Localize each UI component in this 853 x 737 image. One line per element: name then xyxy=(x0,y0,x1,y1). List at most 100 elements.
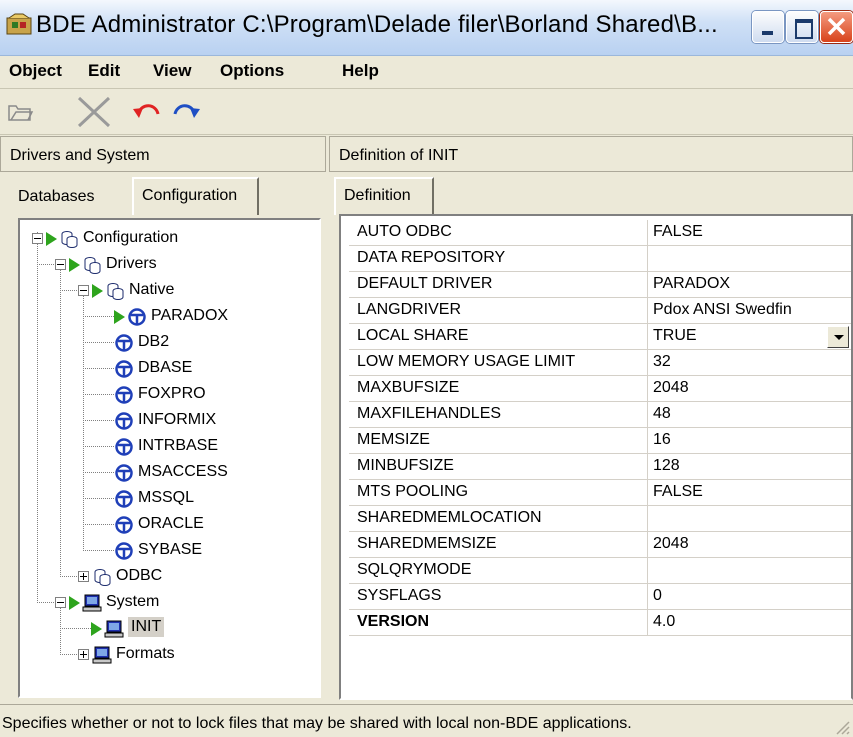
tree-item[interactable]: FOXPRO xyxy=(20,382,319,408)
property-value[interactable]: 128 xyxy=(648,454,851,480)
tree-item[interactable]: ODBC xyxy=(20,564,319,590)
tree-item[interactable]: Formats xyxy=(20,642,319,668)
tree-connector xyxy=(37,264,56,265)
redo-icon[interactable] xyxy=(169,94,203,130)
tree-item-label: PARADOX xyxy=(151,307,229,324)
collapse-icon[interactable] xyxy=(78,285,89,296)
collapse-icon[interactable] xyxy=(55,259,66,270)
tree-item[interactable]: DBASE xyxy=(20,356,319,382)
menu-help[interactable]: Help xyxy=(342,61,379,81)
property-value[interactable] xyxy=(648,558,851,584)
tree-connector xyxy=(83,368,114,369)
property-row[interactable]: LOW MEMORY USAGE LIMIT 32 xyxy=(341,350,851,376)
dropdown-arrow-button[interactable] xyxy=(827,326,849,348)
tree-connector xyxy=(83,420,114,421)
property-value[interactable]: 48 xyxy=(648,402,851,428)
delete-icon[interactable] xyxy=(74,94,114,130)
active-arrow-icon xyxy=(91,622,102,636)
database-icon xyxy=(84,257,101,274)
property-value[interactable]: 16 xyxy=(648,428,851,454)
property-value[interactable]: PARADOX xyxy=(648,272,851,298)
property-value[interactable]: TRUE xyxy=(648,324,851,350)
undo-icon[interactable] xyxy=(130,94,164,130)
expand-icon[interactable] xyxy=(78,649,89,660)
property-value[interactable]: 32 xyxy=(648,350,851,376)
tree-item[interactable]: INFORMIX xyxy=(20,408,319,434)
tree-connector xyxy=(60,654,79,655)
property-row[interactable]: MAXFILEHANDLES 48 xyxy=(341,402,851,428)
tree-item[interactable]: Native xyxy=(20,278,319,304)
tree-item[interactable]: MSSQL xyxy=(20,486,319,512)
menu-options[interactable]: Options xyxy=(220,61,284,81)
menu-object[interactable]: Object xyxy=(9,61,62,81)
open-folder-icon[interactable] xyxy=(6,94,34,130)
tree-connector xyxy=(60,290,79,291)
property-value[interactable]: 0 xyxy=(648,584,851,610)
tree-item[interactable]: System xyxy=(20,590,319,616)
tree-item-label: Configuration xyxy=(83,229,179,246)
close-button[interactable] xyxy=(820,11,853,43)
property-name: DEFAULT DRIVER xyxy=(349,272,648,298)
minimize-button[interactable] xyxy=(752,11,784,43)
property-value[interactable]: 2048 xyxy=(648,376,851,402)
title-bar[interactable]: BDE Administrator C:\Program\Delade file… xyxy=(0,0,853,56)
property-row[interactable]: VERSION 4.0 xyxy=(341,610,851,636)
tab-definition[interactable]: Definition xyxy=(334,177,434,215)
maximize-button[interactable] xyxy=(786,11,818,43)
menu-view[interactable]: View xyxy=(153,61,191,81)
active-arrow-icon xyxy=(114,310,125,324)
tree-connector xyxy=(37,602,56,603)
tree-item[interactable]: PARADOX xyxy=(20,304,319,330)
property-row[interactable]: LANGDRIVER Pdox ANSI Swedfin xyxy=(341,298,851,324)
expand-icon[interactable] xyxy=(78,571,89,582)
property-value[interactable]: FALSE xyxy=(648,480,851,506)
tree-item[interactable]: Drivers xyxy=(20,252,319,278)
tree-item-label: SYBASE xyxy=(138,541,203,558)
tree-item[interactable]: ORACLE xyxy=(20,512,319,538)
tree-item[interactable]: INIT xyxy=(20,616,319,642)
driver-icon xyxy=(115,516,133,534)
close-icon xyxy=(827,17,846,36)
tree-item-label: DB2 xyxy=(138,333,170,350)
resize-grip-icon[interactable] xyxy=(834,719,850,735)
menu-edit[interactable]: Edit xyxy=(88,61,120,81)
tree-item-label: INFORMIX xyxy=(138,411,217,428)
tree-item[interactable]: SYBASE xyxy=(20,538,319,564)
property-value[interactable]: 4.0 xyxy=(648,610,851,636)
property-row[interactable]: SHAREDMEMSIZE 2048 xyxy=(341,532,851,558)
property-value[interactable]: FALSE xyxy=(648,220,851,246)
configuration-tree[interactable]: Configuration Drivers Native PARADOX DB2 DBAS… xyxy=(18,218,321,698)
collapse-icon[interactable] xyxy=(55,597,66,608)
active-arrow-icon xyxy=(46,232,57,246)
property-row[interactable]: SQLQRYMODE xyxy=(341,558,851,584)
tree-connector xyxy=(60,576,79,577)
tree-item[interactable]: INTRBASE xyxy=(20,434,319,460)
property-row[interactable]: AUTO ODBC FALSE xyxy=(341,220,851,246)
property-row[interactable]: MINBUFSIZE 128 xyxy=(341,454,851,480)
database-icon xyxy=(107,283,124,300)
tab-configuration[interactable]: Configuration xyxy=(132,177,259,215)
property-name: MEMSIZE xyxy=(349,428,648,454)
status-text: Specifies whether or not to lock files t… xyxy=(2,715,632,732)
property-value[interactable]: Pdox ANSI Swedfin xyxy=(648,298,851,324)
tree-item[interactable]: MSACCESS xyxy=(20,460,319,486)
tab-databases[interactable]: Databases xyxy=(10,183,125,213)
property-value[interactable]: 2048 xyxy=(648,532,851,558)
property-row[interactable]: MTS POOLING FALSE xyxy=(341,480,851,506)
property-row[interactable]: MEMSIZE 16 xyxy=(341,428,851,454)
active-arrow-icon xyxy=(92,284,103,298)
tree-item[interactable]: Configuration xyxy=(20,226,319,252)
tree-item-label: ORACLE xyxy=(138,515,204,532)
property-row[interactable]: DATA REPOSITORY xyxy=(341,246,851,272)
collapse-icon[interactable] xyxy=(32,233,43,244)
minimize-icon xyxy=(762,31,773,35)
property-row[interactable]: DEFAULT DRIVER PARADOX xyxy=(341,272,851,298)
property-row[interactable]: SYSFLAGS 0 xyxy=(341,584,851,610)
property-row[interactable]: MAXBUFSIZE 2048 xyxy=(341,376,851,402)
property-row[interactable]: LOCAL SHARE TRUE xyxy=(341,324,851,350)
property-value[interactable] xyxy=(648,506,851,532)
maximize-icon xyxy=(795,19,813,39)
property-row[interactable]: SHAREDMEMLOCATION xyxy=(341,506,851,532)
tree-item[interactable]: DB2 xyxy=(20,330,319,356)
property-value[interactable] xyxy=(648,246,851,272)
